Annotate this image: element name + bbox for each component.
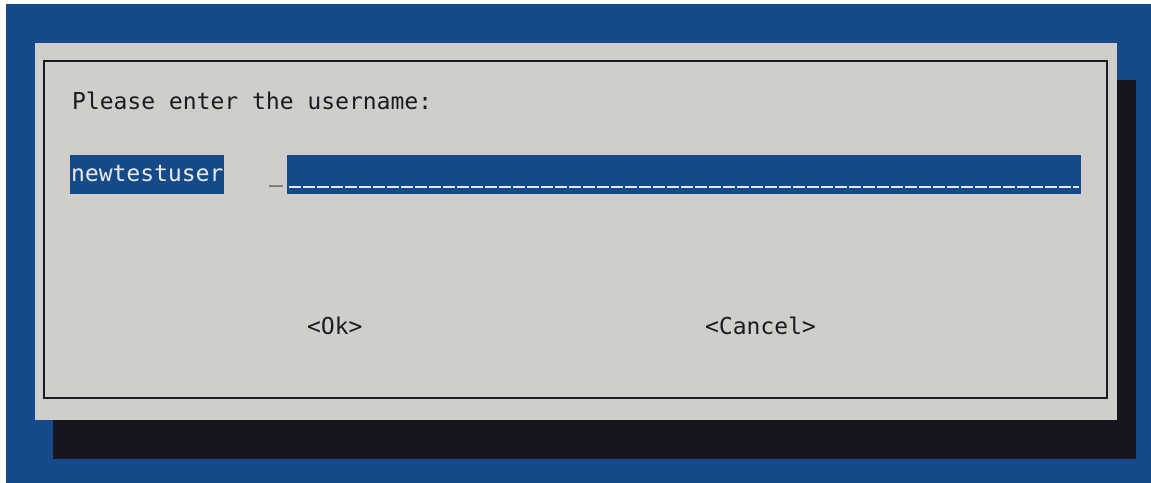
text-cursor: _ — [269, 161, 283, 187]
username-input[interactable]: newtestuser _ — [70, 155, 1081, 194]
username-input-blank — [287, 155, 1081, 194]
ok-button[interactable]: <Ok> — [307, 313, 362, 341]
cancel-button[interactable]: <Cancel> — [705, 313, 816, 341]
dialog-prompt: Please enter the username: — [72, 89, 433, 115]
username-input-value: newtestuser — [70, 155, 225, 194]
